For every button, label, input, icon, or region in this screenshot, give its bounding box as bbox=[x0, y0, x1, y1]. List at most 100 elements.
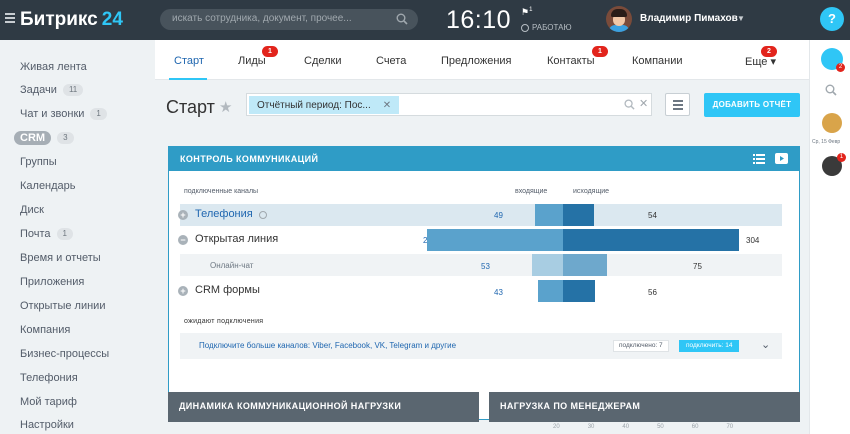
list-icon[interactable] bbox=[753, 154, 765, 164]
filter-box[interactable]: Отчётный период: Пос... ✕ ✕ bbox=[246, 93, 652, 116]
minus-icon[interactable]: − bbox=[178, 235, 188, 245]
chevron-down-icon[interactable]: ▼ bbox=[737, 14, 745, 23]
tab-leads[interactable]: Лиды bbox=[238, 55, 266, 67]
message-badge: 1 bbox=[837, 153, 846, 162]
user-name[interactable]: Владимир Пимахов bbox=[640, 13, 738, 24]
clock: 16:10 bbox=[446, 6, 512, 34]
sidebar-item-tariff[interactable]: Мой тариф bbox=[20, 396, 77, 408]
out-bar bbox=[563, 229, 739, 251]
counter-badge: 3 bbox=[57, 132, 74, 144]
panel-title: НАГРУЗКА ПО МЕНЕДЖЕРАМ bbox=[500, 401, 641, 411]
search-box bbox=[160, 9, 418, 30]
out-value: 304 bbox=[746, 236, 760, 245]
counter-badge: 1 bbox=[56, 228, 73, 240]
connect-button[interactable]: подключить: 14 bbox=[679, 340, 740, 352]
channel-label[interactable]: CRM формы bbox=[195, 284, 260, 296]
chevron-down-icon[interactable]: ⌄ bbox=[761, 338, 770, 351]
add-report-button[interactable]: ДОБАВИТЬ ОТЧЁТ bbox=[704, 93, 800, 117]
search-input[interactable] bbox=[172, 13, 392, 24]
sidebar-item-open-lines[interactable]: Открытые линии bbox=[20, 300, 105, 312]
date-label: Ср, 15 Февр bbox=[812, 139, 841, 145]
sidebar-item-settings[interactable]: Настройки bbox=[20, 419, 74, 431]
panel-manager-load: НАГРУЗКА ПО МЕНЕДЖЕРАМ 20 30 40 50 60 70 bbox=[489, 392, 800, 430]
tick-label: 40 bbox=[622, 424, 630, 430]
sidebar-item-company[interactable]: Компания bbox=[20, 324, 70, 336]
flag-icon[interactable]: ⚑1 bbox=[521, 7, 532, 18]
menu-icon[interactable] bbox=[5, 13, 15, 23]
filter-chip[interactable]: Отчётный период: Пос... ✕ bbox=[249, 96, 400, 114]
sidebar-item-calendar[interactable]: Календарь bbox=[20, 180, 76, 192]
main-area: Старт Лиды 1 Сделки Счета Предложения Ко… bbox=[155, 40, 809, 434]
out-value: 75 bbox=[693, 262, 702, 271]
in-value: 49 bbox=[494, 211, 503, 220]
sidebar-item-label: Календарь bbox=[20, 180, 76, 192]
channel-label[interactable]: Телефония bbox=[195, 208, 253, 220]
avatar[interactable] bbox=[606, 6, 632, 32]
search-icon[interactable] bbox=[624, 99, 635, 110]
sidebar-item-mail[interactable]: Почта 1 bbox=[20, 228, 73, 240]
axis-ticks: 20 30 40 50 60 70 bbox=[553, 424, 733, 430]
status-dot-icon bbox=[521, 23, 529, 32]
sidebar-item-time[interactable]: Время и отчеты bbox=[20, 252, 101, 264]
sidebar-item-chat[interactable]: Чат и звонки 1 bbox=[20, 108, 107, 120]
list-view-button[interactable] bbox=[665, 93, 690, 116]
sidebar-item-groups[interactable]: Группы bbox=[20, 156, 57, 168]
counter-badge: 1 bbox=[90, 108, 107, 120]
tab-deals[interactable]: Сделки bbox=[304, 55, 342, 67]
col-header-in: входящие bbox=[515, 188, 548, 195]
contacts-badge: 1 bbox=[592, 46, 608, 57]
tab-invoices[interactable]: Счета bbox=[376, 55, 406, 67]
tick-label: 30 bbox=[587, 424, 595, 430]
tab-quotes[interactable]: Предложения bbox=[441, 55, 512, 67]
sidebar-item-disk[interactable]: Диск bbox=[20, 204, 44, 216]
widget-title: КОНТРОЛЬ КОММУНИКАЦИЙ bbox=[180, 154, 319, 164]
in-bar bbox=[535, 204, 563, 226]
search-icon[interactable] bbox=[825, 84, 837, 96]
channel-label[interactable]: Открытая линия bbox=[195, 233, 278, 245]
sidebar-item-label: CRM bbox=[14, 131, 52, 145]
work-status[interactable]: РАБОТАЮ bbox=[521, 23, 572, 32]
out-bar bbox=[563, 204, 594, 226]
clear-icon[interactable]: ✕ bbox=[639, 97, 648, 110]
close-icon[interactable]: ✕ bbox=[383, 100, 391, 111]
waiting-label: ожидают подключения bbox=[184, 318, 264, 325]
tab-companies[interactable]: Компании bbox=[632, 55, 683, 67]
sidebar-item-telephony[interactable]: Телефония bbox=[20, 372, 78, 384]
left-menu: Живая лента Задачи 11 Чат и звонки 1 CRM 3 … bbox=[0, 40, 155, 434]
page-title: Старт bbox=[166, 97, 215, 117]
active-tab-indicator bbox=[169, 78, 207, 80]
in-bar bbox=[538, 280, 563, 302]
channel-label[interactable]: Онлайн-чат bbox=[210, 261, 253, 270]
sidebar-item-label: Живая лента bbox=[20, 61, 87, 73]
top-bar: Битрикс24 16:10 ⚑1 РАБОТАЮ Владимир Пима… bbox=[0, 0, 850, 40]
plus-icon[interactable]: + bbox=[178, 286, 188, 296]
sidebar-item-crm[interactable]: CRM 3 bbox=[14, 131, 74, 145]
sidebar-item-apps[interactable]: Приложения bbox=[20, 276, 84, 288]
sidebar-item-label: Почта bbox=[20, 228, 51, 240]
widget-header: КОНТРОЛЬ КОММУНИКАЦИЙ bbox=[169, 147, 799, 171]
sidebar-item-live-feed[interactable]: Живая лента bbox=[20, 61, 87, 73]
sidebar-item-label: Мой тариф bbox=[20, 396, 77, 408]
video-icon[interactable] bbox=[775, 153, 788, 164]
tick-label: 60 bbox=[691, 424, 699, 430]
sidebar-item-label: Настройки bbox=[20, 419, 74, 431]
sidebar-item-bizproc[interactable]: Бизнес-процессы bbox=[20, 348, 109, 360]
in-value: 43 bbox=[494, 288, 503, 297]
sidebar-item-tasks[interactable]: Задачи 11 bbox=[20, 84, 84, 96]
leads-badge: 1 bbox=[262, 46, 278, 57]
plus-icon[interactable]: + bbox=[178, 210, 188, 220]
table-row[interactable] bbox=[180, 204, 782, 226]
connect-more-link[interactable]: Подключите больше каналов: Viber, Facebo… bbox=[199, 341, 456, 350]
sidebar-item-label: Телефония bbox=[20, 372, 78, 384]
sidebar-item-label: Компания bbox=[20, 324, 71, 336]
tab-start[interactable]: Старт bbox=[174, 55, 204, 67]
help-button[interactable]: ? bbox=[820, 7, 844, 31]
settings-icon[interactable] bbox=[259, 211, 267, 219]
logo[interactable]: Битрикс 24 bbox=[20, 9, 123, 31]
star-icon[interactable]: ★ bbox=[219, 98, 232, 116]
tab-contacts[interactable]: Контакты bbox=[547, 55, 595, 67]
search-icon[interactable] bbox=[396, 13, 408, 25]
connected-count: подключено: 7 bbox=[613, 340, 669, 352]
avatar[interactable] bbox=[822, 113, 842, 133]
tick-label: 70 bbox=[726, 424, 734, 430]
